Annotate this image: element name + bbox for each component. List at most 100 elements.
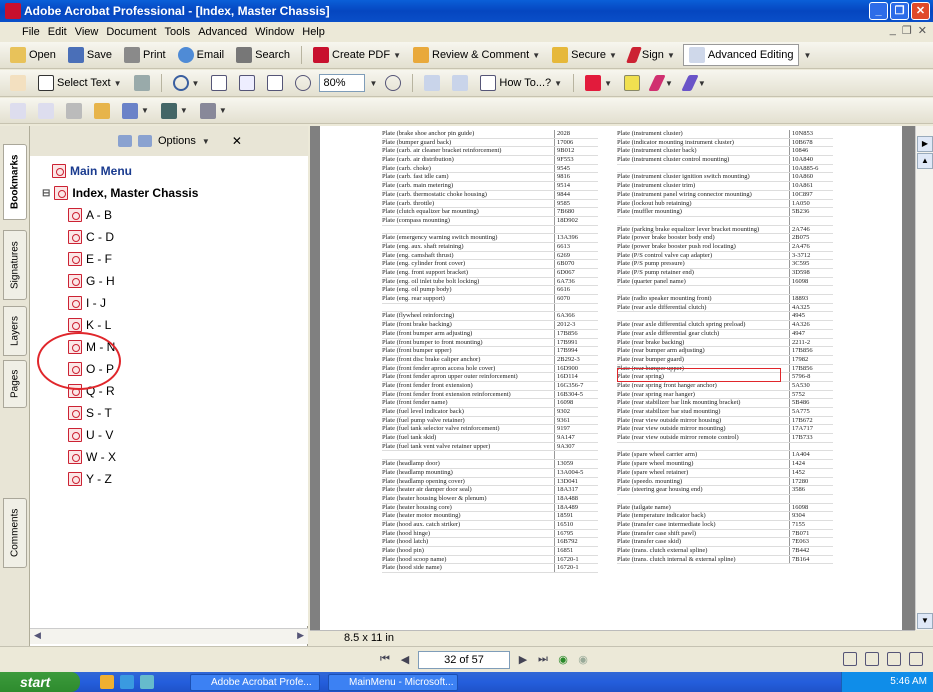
bookmark-y-z[interactable]: Y - Z xyxy=(68,472,112,486)
zoom-out-button[interactable] xyxy=(291,73,315,93)
window-controls: _ ❐ ✕ xyxy=(869,2,930,20)
tab-bookmarks[interactable]: Bookmarks xyxy=(3,144,27,220)
menu-document[interactable]: Document xyxy=(106,26,156,38)
actual-size-button[interactable] xyxy=(207,73,231,93)
minimize-button[interactable]: _ xyxy=(869,2,888,20)
scroll-right-arrow-icon[interactable]: ▶ xyxy=(917,136,933,152)
doc-close-button[interactable]: ✕ xyxy=(918,24,927,37)
scroll-down-icon[interactable]: ▼ xyxy=(917,613,933,629)
zoom-dropdown[interactable]: ▼ xyxy=(369,79,377,88)
tree-collapse-icon[interactable]: ⊟ xyxy=(42,188,50,199)
new-bookmark-icon[interactable] xyxy=(138,135,152,147)
continuous-icon[interactable] xyxy=(865,652,879,666)
bookmark-i-j[interactable]: I - J xyxy=(68,296,106,310)
close-button[interactable]: ✕ xyxy=(911,2,930,20)
measure-tool-button[interactable]: ▼ xyxy=(196,101,231,121)
doc-minimize-button[interactable]: _ xyxy=(890,24,896,37)
menu-edit[interactable]: Edit xyxy=(48,26,67,38)
open-button[interactable]: Open xyxy=(6,45,60,65)
rotate-left-button[interactable] xyxy=(420,73,444,93)
crop-button[interactable] xyxy=(62,101,86,121)
advanced-editing-button[interactable]: Advanced Editing xyxy=(682,44,800,66)
article-tool-button[interactable]: ▼ xyxy=(157,101,192,121)
page-number-input[interactable]: 32 of 57 xyxy=(418,651,510,669)
taskbar-acrobat[interactable]: Adobe Acrobat Profe... xyxy=(190,674,320,691)
save-button[interactable]: Save xyxy=(64,45,116,65)
previous-page-icon[interactable]: ◀ xyxy=(398,653,412,667)
zoom-level-input[interactable]: 80% xyxy=(319,74,366,92)
bookmark-k-l[interactable]: K - L xyxy=(68,318,111,332)
bookmark-g-h[interactable]: G - H xyxy=(68,274,115,288)
maximize-button[interactable]: ❐ xyxy=(890,2,909,20)
bookmark-main-menu[interactable]: Main Menu xyxy=(52,164,132,178)
review-icon xyxy=(413,47,429,63)
bookmark-s-t[interactable]: S - T xyxy=(68,406,112,420)
internet-explorer-icon[interactable] xyxy=(120,675,134,689)
menu-help[interactable]: Help xyxy=(302,26,325,38)
bookmark-toolbar-icon[interactable] xyxy=(118,135,132,147)
single-page-icon[interactable] xyxy=(843,652,857,666)
tab-pages[interactable]: Pages xyxy=(3,360,27,408)
previous-view-icon[interactable]: ◉ xyxy=(556,653,570,667)
bookmark-e-f[interactable]: E - F xyxy=(68,252,112,266)
object-select-button[interactable] xyxy=(6,101,30,121)
advanced-editing-dropdown[interactable]: ▼ xyxy=(803,51,811,60)
last-page-icon[interactable]: ⏭ xyxy=(536,653,550,667)
document-vertical-scrollbar[interactable]: ▶ ▲ ▼ xyxy=(915,126,933,630)
print-button[interactable]: Print xyxy=(120,45,170,65)
bookmark-a-b[interactable]: A - B xyxy=(68,208,112,222)
fit-width-button[interactable] xyxy=(263,73,287,93)
how-to-button[interactable]: How To...? ▼ xyxy=(476,73,566,93)
options-menu[interactable]: Options xyxy=(158,135,196,147)
hand-tool-button[interactable] xyxy=(6,73,30,93)
continuous-facing-icon[interactable] xyxy=(909,652,923,666)
snapshot-tool-button[interactable] xyxy=(130,73,154,93)
rotate-right-button[interactable] xyxy=(448,73,472,93)
email-button[interactable]: Email xyxy=(174,45,229,65)
doc-restore-button[interactable]: ❐ xyxy=(902,24,912,37)
start-button[interactable]: start xyxy=(0,672,80,692)
close-panel-button[interactable]: ✕ xyxy=(232,134,242,148)
highlight-color-button[interactable]: ▼ xyxy=(581,73,616,93)
fit-page-button[interactable] xyxy=(235,73,259,93)
select-text-button[interactable]: Select Text ▼ xyxy=(34,73,126,93)
tab-signatures[interactable]: Signatures xyxy=(3,230,27,300)
first-page-icon[interactable]: ⏮ xyxy=(378,653,392,667)
part-description: Plate (front fender front extension) xyxy=(382,381,473,389)
scroll-left-icon[interactable]: ◀ xyxy=(34,630,41,641)
next-view-icon[interactable]: ◉ xyxy=(576,653,590,667)
bookmark-c-d[interactable]: C - D xyxy=(68,230,114,244)
review-comment-button[interactable]: Review & Comment ▼ xyxy=(409,45,544,65)
document-view[interactable]: Plate (brake shoe anchor pin guide) 2028 P… xyxy=(310,126,915,630)
sign-button[interactable]: Sign ▼ xyxy=(625,45,679,65)
search-button[interactable]: Search xyxy=(232,45,294,65)
bookmark-u-v[interactable]: U - V xyxy=(68,428,113,442)
next-page-icon[interactable]: ▶ xyxy=(516,653,530,667)
form-field-button[interactable]: ▼ xyxy=(118,101,153,121)
bookmark-w-x[interactable]: W - X xyxy=(68,450,116,464)
touchup-text-button[interactable] xyxy=(34,101,58,121)
menu-window[interactable]: Window xyxy=(255,26,294,38)
menu-tools[interactable]: Tools xyxy=(165,26,191,38)
create-pdf-button[interactable]: Create PDF ▼ xyxy=(309,45,405,65)
zoom-in-button[interactable] xyxy=(381,73,405,93)
zoom-tool-button[interactable]: ▼ xyxy=(169,73,204,93)
text-box-button[interactable] xyxy=(620,73,644,93)
tab-comments[interactable]: Comments xyxy=(3,498,27,568)
line-tool-button[interactable]: ▼ xyxy=(681,73,710,93)
menu-view[interactable]: View xyxy=(75,26,99,38)
menu-file[interactable]: File xyxy=(22,26,40,38)
scroll-right-icon[interactable]: ▶ xyxy=(297,630,304,641)
secure-button[interactable]: Secure ▼ xyxy=(548,45,621,65)
taskbar-word[interactable]: MainMenu - Microsoft... xyxy=(328,674,458,691)
panel-horizontal-scrollbar[interactable]: ◀ ▶ xyxy=(30,628,308,644)
media-player-icon[interactable] xyxy=(140,675,154,689)
facing-icon[interactable] xyxy=(887,652,901,666)
menu-advanced[interactable]: Advanced xyxy=(198,26,247,38)
bookmark-index-master-chassis[interactable]: ⊟ Index, Master Chassis xyxy=(42,186,198,200)
pencil-button[interactable]: ▼ xyxy=(648,73,677,93)
show-desktop-icon[interactable] xyxy=(100,675,114,689)
link-tool-button[interactable] xyxy=(90,101,114,121)
scroll-up-icon[interactable]: ▲ xyxy=(917,153,933,169)
tab-layers[interactable]: Layers xyxy=(3,306,27,356)
